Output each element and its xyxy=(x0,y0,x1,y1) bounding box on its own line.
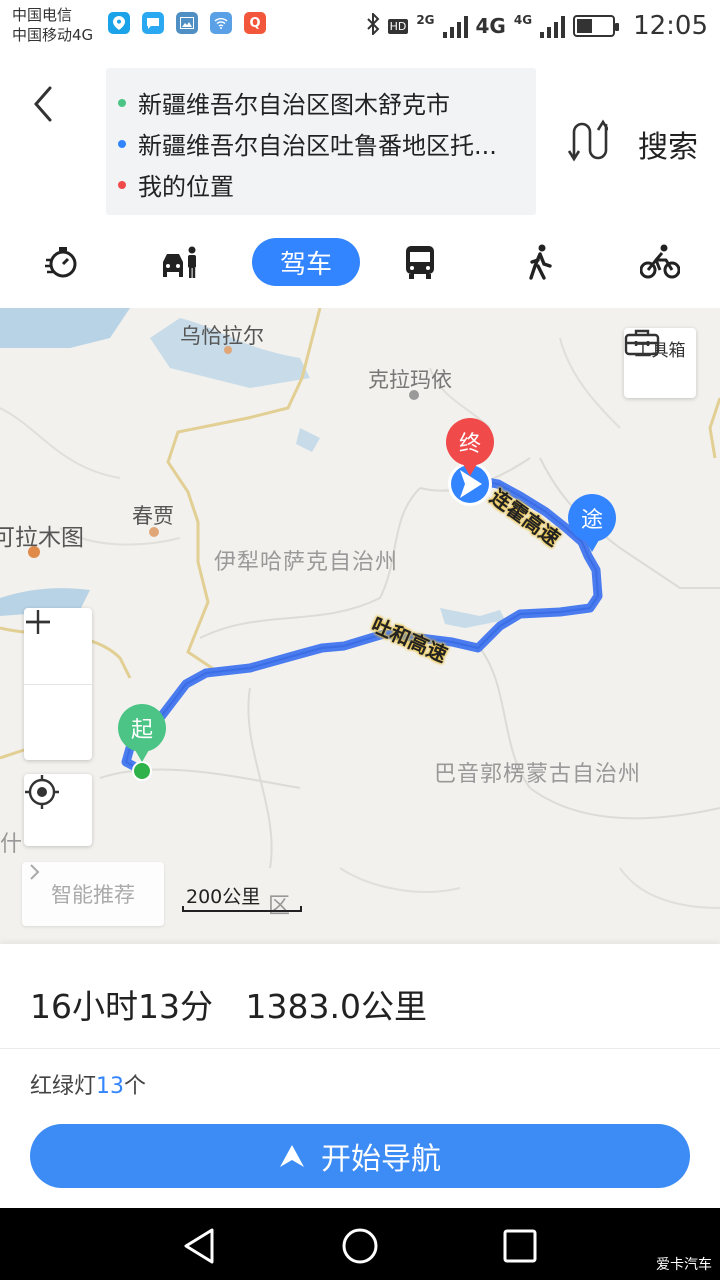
system-navigation-bar: 爱卡汽车 xyxy=(0,1208,720,1280)
carrier-2: 中国移动4G xyxy=(12,26,94,44)
location-icon xyxy=(108,12,130,34)
chevron-right-icon xyxy=(30,864,40,880)
route-header: 新疆维吾尔自治区图木舒克市 新疆维吾尔自治区吐鲁番地区托... 我的位置 搜索 xyxy=(0,52,720,308)
zoom-controls xyxy=(24,608,92,760)
route-start-label: 新疆维吾尔自治区图木舒克市 xyxy=(138,91,450,119)
start-navigation-button[interactable]: 开始导航 xyxy=(30,1124,690,1188)
nav-home-button[interactable] xyxy=(340,1226,380,1266)
carrier-1: 中国电信 xyxy=(12,6,73,24)
map-view[interactable]: 乌恰拉尔 克拉玛依 春贾 可拉木图 伊犁哈萨克自治州 巴音郭楞蒙古自治州 什 区… xyxy=(0,308,720,944)
signal-icon-1 xyxy=(442,14,468,38)
square-recents-icon xyxy=(503,1229,537,1263)
route-distance: 1383.0公里 xyxy=(245,987,427,1026)
carrier-info: 中国电信 中国移动4G xyxy=(12,5,93,45)
route-via-label: 新疆维吾尔自治区吐鲁番地区托... xyxy=(138,132,497,160)
end-pin[interactable]: 终 xyxy=(446,418,494,476)
watermark: 爱卡汽车 xyxy=(656,1257,712,1273)
nav-recents-button[interactable] xyxy=(500,1226,540,1266)
network-type-1: 2G xyxy=(416,13,435,27)
tab-drive[interactable]: 驾车 xyxy=(252,238,360,286)
walk-icon xyxy=(529,244,552,280)
tab-walk[interactable] xyxy=(520,238,560,286)
start-navigation-label: 开始导航 xyxy=(321,1142,441,1177)
toolbox-button[interactable]: 工具箱 xyxy=(624,328,696,398)
taxi-icon xyxy=(163,246,196,278)
map-label-chungong: 春贾 xyxy=(132,504,174,528)
smart-recommend-label: 智能推荐 xyxy=(51,883,135,907)
q-app-icon: Q xyxy=(244,12,266,34)
via-dot-icon xyxy=(118,139,126,148)
triangle-back-icon xyxy=(184,1228,214,1264)
minus-icon xyxy=(26,620,50,624)
network-type-3: 4G xyxy=(513,13,533,27)
region-border xyxy=(708,397,720,459)
lake-shape xyxy=(296,428,320,452)
wifi-icon xyxy=(210,12,232,34)
travel-mode-tabs: 驾车 xyxy=(0,238,720,288)
county-border xyxy=(339,867,720,909)
tab-bike[interactable] xyxy=(638,238,682,286)
traffic-lights-count: 13 xyxy=(96,1074,125,1099)
timer-icon xyxy=(45,247,77,278)
swap-route-button[interactable] xyxy=(567,118,610,164)
map-label-alamutu: 可拉木图 xyxy=(0,525,84,551)
bike-icon xyxy=(640,244,680,279)
start-pin[interactable]: 起 xyxy=(118,704,166,762)
tab-taxi[interactable] xyxy=(158,238,202,286)
network-type-2: 4G xyxy=(475,14,506,38)
start-dot-icon xyxy=(118,98,126,107)
battery-icon xyxy=(573,15,620,37)
map-canvas xyxy=(0,308,720,909)
map-scale: 200公里 xyxy=(182,882,302,916)
map-label-yili: 伊犁哈萨克自治州 xyxy=(214,550,399,575)
scale-bar xyxy=(182,906,302,912)
start-point-marker xyxy=(132,761,152,781)
chat-icon xyxy=(142,12,164,34)
tab-bus[interactable] xyxy=(400,238,440,286)
navigation-icon xyxy=(280,1145,304,1167)
bluetooth-icon xyxy=(366,11,380,39)
bus-icon xyxy=(406,246,434,279)
route-end[interactable]: 我的位置 xyxy=(118,164,536,205)
route-via[interactable]: 新疆维吾尔自治区吐鲁番地区托... xyxy=(118,123,536,164)
route-points[interactable]: 新疆维吾尔自治区图木舒克市 新疆维吾尔自治区吐鲁番地区托... 我的位置 xyxy=(106,68,536,215)
map-label-bayin: 巴音郭楞蒙古自治州 xyxy=(434,762,642,787)
back-arrow-icon xyxy=(34,86,52,122)
traffic-lights-suffix: 个 xyxy=(124,1074,147,1099)
map-label-wuqialaer: 乌恰拉尔 xyxy=(180,324,264,348)
route-end-label: 我的位置 xyxy=(138,173,234,201)
tab-timer[interactable] xyxy=(40,238,84,286)
county-border xyxy=(99,457,720,869)
system-status: HD 2G 4G 4G 12:05 xyxy=(366,6,708,46)
toolbox-icon xyxy=(624,329,660,356)
route-duration: 16小时13分 xyxy=(30,987,213,1026)
map-label-kelamayi: 克拉玛依 xyxy=(368,368,452,392)
gallery-icon xyxy=(176,12,198,34)
crosshair-icon xyxy=(25,775,59,809)
clock: 12:05 xyxy=(633,11,708,41)
traffic-lights-info: 红绿灯13个 xyxy=(30,1068,146,1100)
locate-button[interactable] xyxy=(24,774,92,846)
divider xyxy=(0,1048,720,1049)
map-label-shi: 什 xyxy=(0,832,24,857)
search-button[interactable]: 搜索 xyxy=(638,122,698,166)
hd-badge: HD xyxy=(387,18,409,34)
end-dot-icon xyxy=(118,180,126,189)
route-summary[interactable]: 16小时13分 1383.0公里 xyxy=(30,980,427,1028)
smart-recommend-button[interactable]: 智能推荐 xyxy=(22,862,164,926)
circle-home-icon xyxy=(342,1228,378,1264)
notification-icons: Q xyxy=(108,12,266,34)
swap-icon xyxy=(567,119,610,162)
back-button[interactable] xyxy=(22,82,66,126)
traffic-lights-prefix: 红绿灯 xyxy=(30,1074,97,1099)
status-bar: 中国电信 中国移动4G Q HD 2G 4G 4G 12:05 xyxy=(0,0,720,52)
via-pin[interactable]: 途 xyxy=(568,494,616,552)
scale-label: 200公里 xyxy=(186,886,261,908)
signal-icon-2 xyxy=(540,14,566,38)
route-summary-panel: 16小时13分 1383.0公里 红绿灯13个 开始导航 xyxy=(0,944,720,1208)
nav-back-button[interactable] xyxy=(180,1226,220,1266)
zoom-out-button[interactable] xyxy=(24,620,92,760)
lake-shape xyxy=(0,308,130,348)
route-start[interactable]: 新疆维吾尔自治区图木舒克市 xyxy=(118,82,536,123)
